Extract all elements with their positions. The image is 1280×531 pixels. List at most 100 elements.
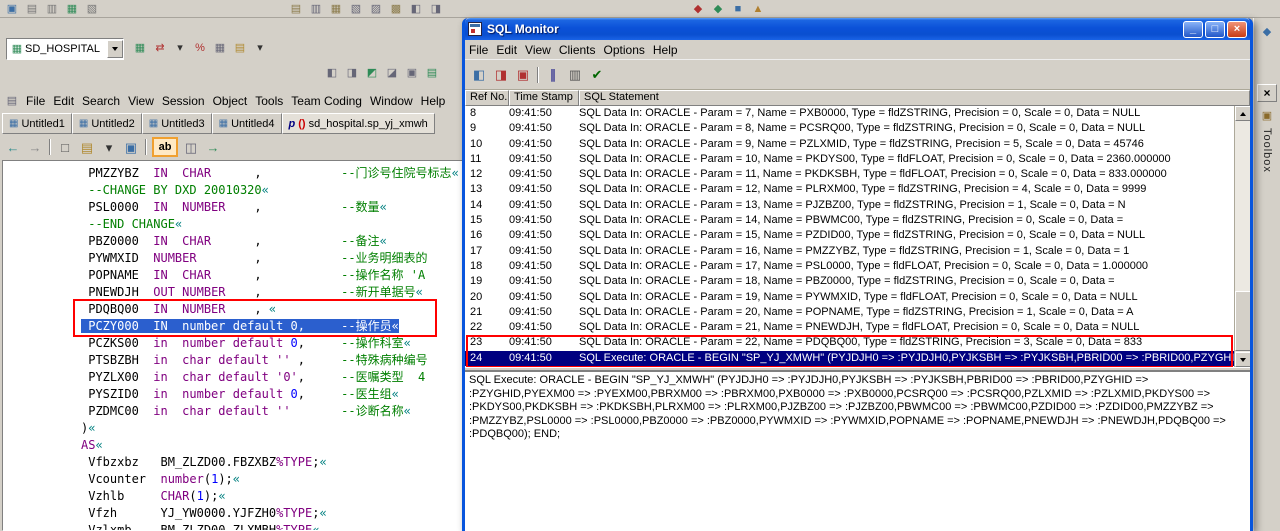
sql-log-row-10[interactable]: 10 09:41:50 SQL Data In: ORACLE - Param = … bbox=[465, 137, 1250, 152]
doc-icon[interactable]: ▤ bbox=[22, 1, 42, 17]
scroll-thumb[interactable] bbox=[1235, 291, 1250, 351]
sql-log-row-9[interactable]: 9 09:41:50 SQL Data In: ORACLE - Param = 8… bbox=[465, 121, 1250, 136]
sql-detail-pane[interactable]: SQL Execute: ORACLE - BEGIN "SP_YJ_XMWH"… bbox=[465, 371, 1250, 531]
sql-log-row-11[interactable]: 11 09:41:50 SQL Data In: ORACLE - Param = … bbox=[465, 152, 1250, 167]
snippet-icon[interactable]: ▨ bbox=[366, 1, 386, 17]
open-dropdown-icon[interactable]: ▾ bbox=[98, 137, 120, 157]
layout-icon-1[interactable]: ◧ bbox=[322, 65, 342, 81]
sqlmon-menu-options[interactable]: Options bbox=[600, 40, 649, 60]
save-icon[interactable]: ▣ bbox=[120, 137, 142, 157]
pause-icon[interactable]: ∥ bbox=[542, 65, 564, 85]
tab-untitled4[interactable]: ▦ Untitled4 bbox=[211, 113, 282, 134]
grid-icon[interactable]: ▦ bbox=[210, 40, 230, 56]
back-icon[interactable]: ← bbox=[2, 137, 24, 157]
sqlmon-menu-clients[interactable]: Clients bbox=[555, 40, 600, 60]
ide-menu-search[interactable]: Search bbox=[78, 91, 124, 111]
folder-icon[interactable]: ▤ bbox=[230, 40, 250, 56]
split-view-icon[interactable]: ◫ bbox=[180, 137, 202, 157]
layout-icon-5[interactable]: ▣ bbox=[402, 65, 422, 81]
scroll-up-button[interactable] bbox=[1235, 106, 1250, 121]
sql-log-row-23[interactable]: 23 09:41:50 SQL Data In: ORACLE - Param = … bbox=[465, 335, 1250, 350]
ide-menu-view[interactable]: View bbox=[124, 91, 158, 111]
dropdown-arrow-icon[interactable]: ▾ bbox=[170, 40, 190, 56]
ide-menu-session[interactable]: Session bbox=[158, 91, 209, 111]
sqlmon-menu-help[interactable]: Help bbox=[649, 40, 682, 60]
highlight-ab-button[interactable]: ab bbox=[152, 137, 178, 157]
dropdown-arrow-icon-2[interactable]: ▾ bbox=[250, 40, 270, 56]
import-icon[interactable]: ◨ bbox=[426, 1, 446, 17]
tab-untitled3[interactable]: ▦ Untitled3 bbox=[141, 113, 212, 134]
close-button[interactable]: × bbox=[1227, 20, 1247, 38]
tool-green-icon[interactable]: ◆ bbox=[708, 1, 728, 17]
ide-menu-tools[interactable]: Tools bbox=[251, 91, 287, 111]
sql-log-row-20[interactable]: 20 09:41:50 SQL Data In: ORACLE - Param = … bbox=[465, 290, 1250, 305]
tree-icon[interactable]: ▦ bbox=[62, 1, 82, 17]
sqlmon-menu-edit[interactable]: Edit bbox=[492, 40, 521, 60]
ide-menu-edit[interactable]: Edit bbox=[49, 91, 78, 111]
column-sql-statement[interactable]: SQL Statement bbox=[579, 90, 1250, 106]
column-time-stamp[interactable]: Time Stamp bbox=[509, 90, 579, 106]
dock-panel-icon[interactable]: ◆ bbox=[1257, 24, 1277, 40]
ide-menu-team-coding[interactable]: Team Coding bbox=[287, 91, 366, 111]
layout-icon-2[interactable]: ◨ bbox=[342, 65, 362, 81]
layout-icon-3[interactable]: ◩ bbox=[362, 65, 382, 81]
vertical-scrollbar[interactable] bbox=[1234, 106, 1250, 367]
copy-icon[interactable]: ▥ bbox=[306, 1, 326, 17]
forward-icon[interactable]: → bbox=[24, 137, 46, 157]
sql-statement-list[interactable]: 8 09:41:50 SQL Data In: ORACLE - Param = 7… bbox=[465, 106, 1250, 367]
maximize-button[interactable]: □ bbox=[1205, 20, 1225, 38]
column-ref-no[interactable]: Ref No. bbox=[465, 90, 509, 106]
tab-untitled2[interactable]: ▦ Untitled2 bbox=[71, 113, 142, 134]
tab-untitled1[interactable]: ▦ Untitled1 bbox=[2, 113, 72, 134]
sql-log-row-12[interactable]: 12 09:41:50 SQL Data In: ORACLE - Param = … bbox=[465, 167, 1250, 182]
scroll-down-button[interactable] bbox=[1235, 352, 1250, 367]
sql-log-row-24[interactable]: 24 09:41:50 SQL Execute: ORACLE - BEGIN "S… bbox=[465, 350, 1250, 367]
monitor-save-icon[interactable]: ▣ bbox=[512, 65, 534, 85]
sql-log-row-17[interactable]: 17 09:41:50 SQL Data In: ORACLE - Param = … bbox=[465, 244, 1250, 259]
monitor-clear-icon[interactable]: ◨ bbox=[490, 65, 512, 85]
layout-icon-6[interactable]: ▤ bbox=[422, 65, 442, 81]
toolbox-icon[interactable]: ▣ bbox=[1257, 108, 1277, 124]
sql-log-row-19[interactable]: 19 09:41:50 SQL Data In: ORACLE - Param = … bbox=[465, 274, 1250, 289]
minimize-button[interactable]: _ bbox=[1183, 20, 1203, 38]
sqlmon-menu-file[interactable]: File bbox=[465, 40, 492, 60]
list-icon[interactable]: ▧ bbox=[82, 1, 102, 17]
sql-log-row-22[interactable]: 22 09:41:50 SQL Data In: ORACLE - Param = … bbox=[465, 320, 1250, 335]
ide-menu-file[interactable]: File bbox=[22, 91, 49, 111]
dock-close-button[interactable]: × bbox=[1257, 84, 1277, 102]
sql-log-row-18[interactable]: 18 09:41:50 SQL Data In: ORACLE - Param = … bbox=[465, 259, 1250, 274]
copy-icon[interactable]: ▥ bbox=[564, 65, 586, 85]
compare-icon[interactable]: ⇄ bbox=[150, 40, 170, 56]
sql-log-row-16[interactable]: 16 09:41:50 SQL Data In: ORACLE - Param = … bbox=[465, 228, 1250, 243]
options-checklist-icon[interactable]: ✔ bbox=[586, 65, 608, 85]
sql-monitor-titlebar[interactable]: SQL Monitor _ □ × bbox=[465, 18, 1250, 40]
percent-icon[interactable]: % bbox=[190, 40, 210, 56]
layout-icon-4[interactable]: ◪ bbox=[382, 65, 402, 81]
export-icon[interactable]: ◧ bbox=[406, 1, 426, 17]
ide-menu-window[interactable]: Window bbox=[366, 91, 417, 111]
monitor-start-icon[interactable]: ◧ bbox=[468, 65, 490, 85]
ide-menu-help[interactable]: Help bbox=[417, 91, 450, 111]
paste-icon[interactable]: ▤ bbox=[286, 1, 306, 17]
sql-log-row-14[interactable]: 14 09:41:50 SQL Data In: ORACLE - Param = … bbox=[465, 198, 1250, 213]
sql-log-row-15[interactable]: 15 09:41:50 SQL Data In: ORACLE - Param = … bbox=[465, 213, 1250, 228]
run-icon[interactable]: → bbox=[202, 137, 224, 157]
ide-menu-object[interactable]: Object bbox=[209, 91, 252, 111]
sql-log-row-21[interactable]: 21 09:41:50 SQL Data In: ORACLE - Param = … bbox=[465, 305, 1250, 320]
new-file-icon[interactable]: □ bbox=[54, 137, 76, 157]
sql-log-row-13[interactable]: 13 09:41:50 SQL Data In: ORACLE - Param = … bbox=[465, 182, 1250, 197]
tool-blue-icon[interactable]: ■ bbox=[728, 1, 748, 17]
tool-red-icon[interactable]: ◆ bbox=[688, 1, 708, 17]
tab-stored-procedure[interactable]: p() sd_hospital.sp_yj_xmwh bbox=[281, 113, 435, 134]
sql-log-row-8[interactable]: 8 09:41:50 SQL Data In: ORACLE - Param = 7… bbox=[465, 106, 1250, 121]
workspace-tree-icon[interactable]: ▦ bbox=[130, 40, 150, 56]
toolbox-tab[interactable]: Toolbox bbox=[1261, 128, 1273, 173]
grid-icon[interactable]: ▥ bbox=[42, 1, 62, 17]
sqlmon-menu-view[interactable]: View bbox=[521, 40, 555, 60]
open-file-icon[interactable]: ▤ bbox=[76, 137, 98, 157]
workspace-dropdown-button[interactable] bbox=[107, 40, 123, 58]
template-icon[interactable]: ▩ bbox=[386, 1, 406, 17]
workspace-combobox[interactable]: ▦ SD_HOSPITAL bbox=[6, 38, 124, 60]
tool-gold-icon[interactable]: ▲ bbox=[748, 1, 768, 17]
app-window-icon[interactable]: ▣ bbox=[2, 1, 22, 17]
